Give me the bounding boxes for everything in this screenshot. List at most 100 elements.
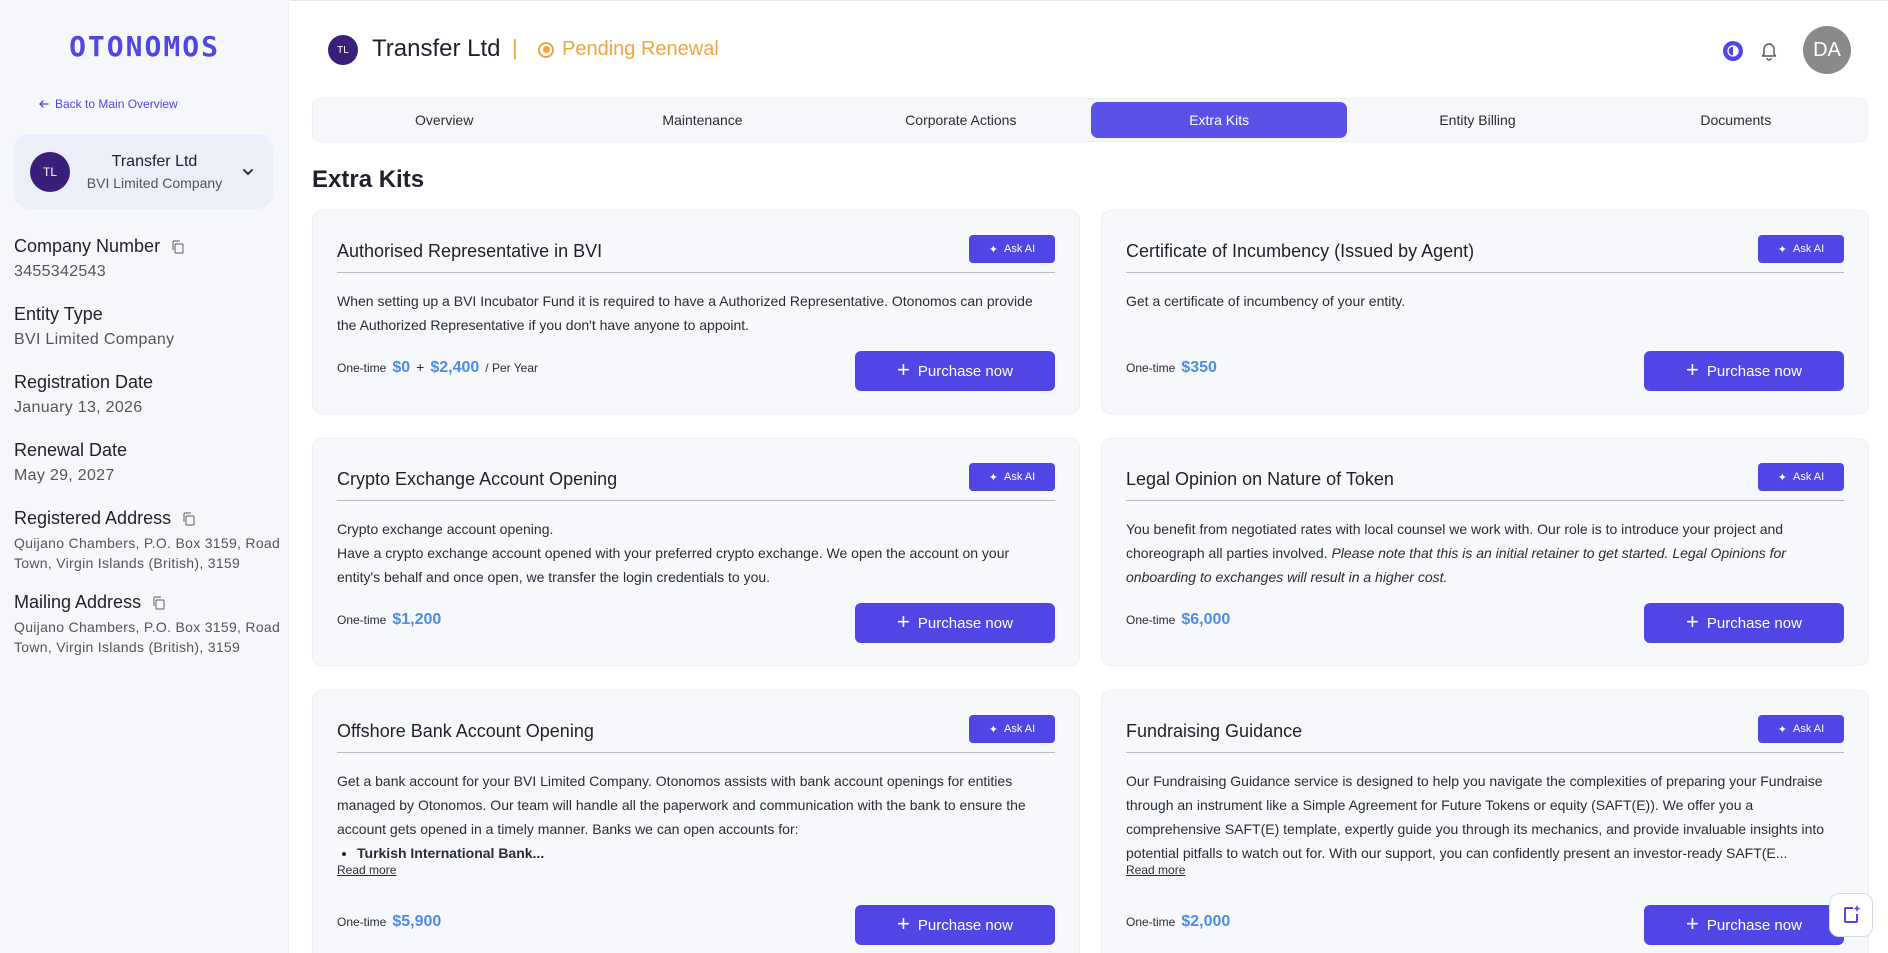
plus-icon: +	[1686, 357, 1699, 382]
purchase-now-button[interactable]: + Purchase now	[1644, 905, 1844, 945]
back-link-label: Back to Main Overview	[55, 97, 178, 111]
kit-card-fundraising-guidance: Fundraising Guidance ✦ Ask AI Our Fundrai…	[1101, 690, 1869, 953]
sparkle-icon: ✦	[988, 471, 999, 484]
header-entity-avatar: TL	[328, 35, 358, 65]
entity-switcher[interactable]: TL Transfer Ltd BVI Limited Company	[14, 134, 273, 209]
registration-date-field: Registration Date January 13, 2026	[14, 372, 153, 417]
tab-documents[interactable]: Documents	[1608, 102, 1864, 138]
entity-type-value: BVI Limited Company	[14, 331, 175, 348]
price-row: One-time $5,900	[337, 913, 442, 930]
copy-icon[interactable]	[170, 239, 186, 255]
chat-assistant-icon[interactable]	[1829, 893, 1873, 937]
registration-date-label: Registration Date	[14, 372, 154, 392]
entity-name: Transfer Ltd	[111, 152, 198, 170]
kit-description: When setting up a BVI Incubator Fund it …	[337, 293, 1033, 333]
page-header: TL Transfer Ltd | Pending Renewal DA	[290, 0, 1888, 98]
price-value: $5,900	[392, 913, 442, 930]
price-value-recurring: $2,400	[430, 359, 480, 376]
registered-address-field: Registered Address Quijano Chambers, P.O…	[14, 508, 284, 573]
price-row: One-time $2,000	[1126, 913, 1231, 930]
sparkle-icon: ✦	[1777, 243, 1788, 256]
back-to-main-overview-link[interactable]: Back to Main Overview	[38, 97, 178, 111]
status-label: Pending Renewal	[562, 38, 719, 60]
price-row: One-time $0 + $2,400 / Per Year	[337, 359, 538, 376]
kit-title: Certificate of Incumbency (Issued by Age…	[1126, 241, 1475, 261]
sparkle-icon: ✦	[988, 243, 999, 256]
sidebar: OTONOMOS Back to Main Overview TL Transf…	[0, 0, 289, 953]
copy-icon[interactable]	[151, 595, 167, 611]
read-more-link[interactable]: Read more	[337, 863, 396, 877]
kit-card-certificate-of-incumbency: Certificate of Incumbency (Issued by Age…	[1101, 210, 1869, 414]
price-row: One-time $350	[1126, 359, 1217, 376]
section-title: Extra Kits	[312, 166, 425, 193]
sparkle-icon: ✦	[1777, 471, 1788, 484]
company-number-label: Company Number	[14, 236, 161, 256]
kit-card-authorised-representative: Authorised Representative in BVI ✦ Ask AI…	[312, 210, 1080, 414]
price-value: $1,200	[392, 611, 442, 628]
purchase-now-button[interactable]: + Purchase now	[1644, 351, 1844, 391]
read-more-link[interactable]: Read more	[1126, 863, 1185, 877]
tab-bar: Overview Maintenance Corporate Actions E…	[312, 98, 1868, 142]
kit-card-legal-opinion-token: Legal Opinion on Nature of Token ✦ Ask AI…	[1101, 438, 1869, 666]
mailing-address-field: Mailing Address Quijano Chambers, P.O. B…	[14, 592, 284, 657]
ask-ai-button[interactable]: ✦ Ask AI	[1758, 715, 1844, 743]
page-title: Transfer Ltd	[372, 35, 501, 62]
price-value: $350	[1181, 359, 1217, 376]
ask-ai-button[interactable]: ✦ Ask AI	[969, 235, 1055, 263]
entity-type-label: Entity Type	[14, 304, 103, 324]
renewal-date-value: May 29, 2027	[14, 467, 115, 484]
registration-date-value: January 13, 2026	[14, 399, 143, 416]
copy-icon[interactable]	[181, 511, 197, 527]
purchase-now-button[interactable]: + Purchase now	[855, 351, 1055, 391]
sparkle-icon: ✦	[1777, 723, 1788, 736]
kit-description: You benefit from negotiated rates with l…	[1126, 521, 1786, 585]
status-badge: Pending Renewal	[538, 38, 719, 61]
renewal-date-field: Renewal Date May 29, 2027	[14, 440, 127, 485]
tab-overview[interactable]: Overview	[316, 102, 572, 138]
entity-avatar: TL	[30, 151, 70, 192]
purchase-now-button[interactable]: + Purchase now	[855, 603, 1055, 643]
theme-toggle-icon[interactable]	[1723, 41, 1743, 61]
tab-extra-kits[interactable]: Extra Kits	[1090, 102, 1348, 138]
purchase-now-button[interactable]: + Purchase now	[1644, 603, 1844, 643]
tab-entity-billing[interactable]: Entity Billing	[1349, 102, 1605, 138]
mailing-address-label: Mailing Address	[14, 592, 142, 612]
price-row: One-time $1,200	[337, 611, 442, 628]
price-row: One-time $6,000	[1126, 611, 1231, 628]
kit-description: Get a bank account for your BVI Limited …	[337, 769, 1055, 865]
plus-icon: +	[897, 911, 910, 936]
status-dot-icon	[538, 41, 554, 58]
tab-corporate-actions[interactable]: Corporate Actions	[833, 102, 1089, 138]
kit-title: Fundraising Guidance	[1126, 721, 1303, 741]
kit-card-offshore-bank-account: Offshore Bank Account Opening ✦ Ask AI Ge…	[312, 690, 1080, 953]
bank-list: Turkish International Bank...	[337, 841, 1055, 865]
kit-title: Offshore Bank Account Opening	[337, 721, 594, 741]
tab-maintenance[interactable]: Maintenance	[574, 102, 830, 138]
registered-address-label: Registered Address	[14, 508, 172, 528]
sparkle-icon: ✦	[988, 723, 999, 736]
title-separator: |	[512, 35, 518, 60]
price-value: $0	[392, 359, 411, 376]
ask-ai-button[interactable]: ✦ Ask AI	[969, 715, 1055, 743]
purchase-now-button[interactable]: + Purchase now	[855, 905, 1055, 945]
kit-title: Legal Opinion on Nature of Token	[1126, 469, 1394, 489]
otonomos-logo[interactable]: OTONOMOS	[0, 30, 289, 63]
price-value: $6,000	[1181, 611, 1231, 628]
price-value: $2,000	[1181, 913, 1231, 930]
plus-icon: +	[1686, 609, 1699, 634]
chevron-down-icon[interactable]	[239, 163, 257, 181]
ask-ai-button[interactable]: ✦ Ask AI	[1758, 235, 1844, 263]
entity-type: BVI Limited Company	[86, 174, 223, 191]
kit-title: Authorised Representative in BVI	[337, 241, 603, 261]
kit-title: Crypto Exchange Account Opening	[337, 469, 618, 489]
user-avatar[interactable]: DA	[1803, 26, 1851, 74]
kit-card-crypto-exchange-account: Crypto Exchange Account Opening ✦ Ask AI …	[312, 438, 1080, 666]
plus-icon: +	[1686, 911, 1699, 936]
ask-ai-button[interactable]: ✦ Ask AI	[1758, 463, 1844, 491]
bell-icon[interactable]	[1758, 39, 1780, 61]
kit-description: Our Fundraising Guidance service is desi…	[1126, 773, 1825, 861]
renewal-date-label: Renewal Date	[14, 440, 128, 460]
company-number-value: 3455342543	[14, 263, 106, 280]
plus-icon: +	[897, 609, 910, 634]
ask-ai-button[interactable]: ✦ Ask AI	[969, 463, 1055, 491]
